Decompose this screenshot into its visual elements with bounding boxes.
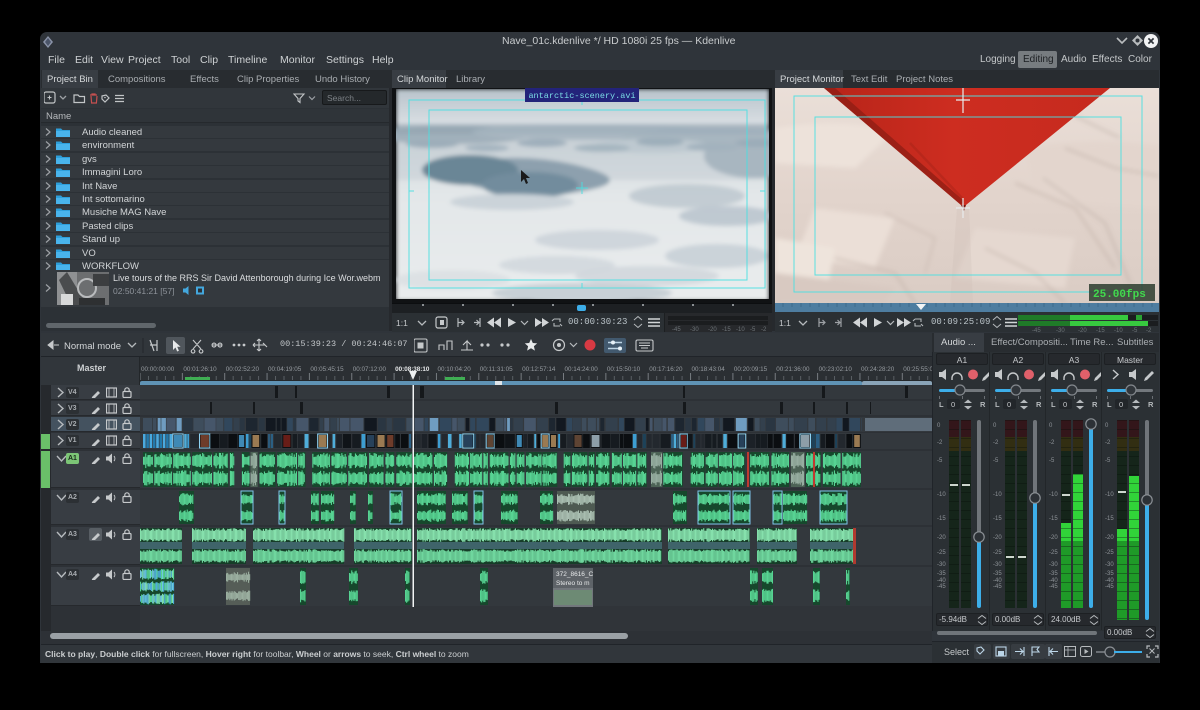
svg-text:00:04:19:05: 00:04:19:05 xyxy=(268,366,302,373)
svg-text:00:05:45:15: 00:05:45:15 xyxy=(310,366,344,373)
svg-text:00:15:50:10: 00:15:50:10 xyxy=(607,366,641,373)
svg-text:-10: -10 xyxy=(736,327,745,332)
svg-text:372_8616_C: 372_8616_C xyxy=(556,571,594,578)
svg-text:00:17:16:20: 00:17:16:20 xyxy=(649,366,683,373)
svg-text:-2: -2 xyxy=(761,327,767,332)
svg-text:-45: -45 xyxy=(1032,328,1041,332)
svg-text:Normal mode: Normal mode xyxy=(64,341,121,352)
svg-text:1:1: 1:1 xyxy=(779,318,791,328)
svg-text:-5: -5 xyxy=(750,327,756,332)
svg-text:00:18:43:04: 00:18:43:04 xyxy=(692,366,726,373)
svg-text:00:24:28:20: 00:24:28:20 xyxy=(861,366,895,373)
svg-text:25.00fps: 25.00fps xyxy=(1093,289,1146,301)
svg-text:-10: -10 xyxy=(1114,328,1123,332)
svg-text:1:1: 1:1 xyxy=(396,318,408,328)
svg-text:00:10:04:20: 00:10:04:20 xyxy=(437,366,471,373)
svg-text:00:00:00:00: 00:00:00:00 xyxy=(141,366,175,373)
svg-text:-45: -45 xyxy=(672,327,681,332)
svg-text:00:25:55:04: 00:25:55:04 xyxy=(903,366,932,373)
svg-text:-15: -15 xyxy=(722,327,731,332)
svg-text:antarctic-scenery.avi: antarctic-scenery.avi xyxy=(528,91,635,101)
svg-text:00:01:26:10: 00:01:26:10 xyxy=(183,366,217,373)
svg-text:00:12:57:14: 00:12:57:14 xyxy=(522,366,556,373)
svg-text:-20: -20 xyxy=(708,327,717,332)
svg-text:00:23:02:10: 00:23:02:10 xyxy=(819,366,853,373)
svg-text:-2: -2 xyxy=(1146,328,1152,332)
svg-text:-5: -5 xyxy=(1132,328,1138,332)
svg-text:00:02:52:20: 00:02:52:20 xyxy=(226,366,260,373)
svg-text:00:20:09:15: 00:20:09:15 xyxy=(734,366,768,373)
svg-text:00:07:12:00: 00:07:12:00 xyxy=(353,366,387,373)
svg-text:-15: -15 xyxy=(1096,328,1105,332)
svg-text:-30: -30 xyxy=(690,327,699,332)
svg-text:00:14:24:00: 00:14:24:00 xyxy=(565,366,599,373)
svg-text:00:11:31:05: 00:11:31:05 xyxy=(480,366,513,373)
svg-text:-20: -20 xyxy=(1078,328,1087,332)
svg-text:-30: -30 xyxy=(1056,328,1065,332)
svg-text:00:21:36:00: 00:21:36:00 xyxy=(776,366,810,373)
svg-text:Stereo to m: Stereo to m xyxy=(556,580,590,587)
